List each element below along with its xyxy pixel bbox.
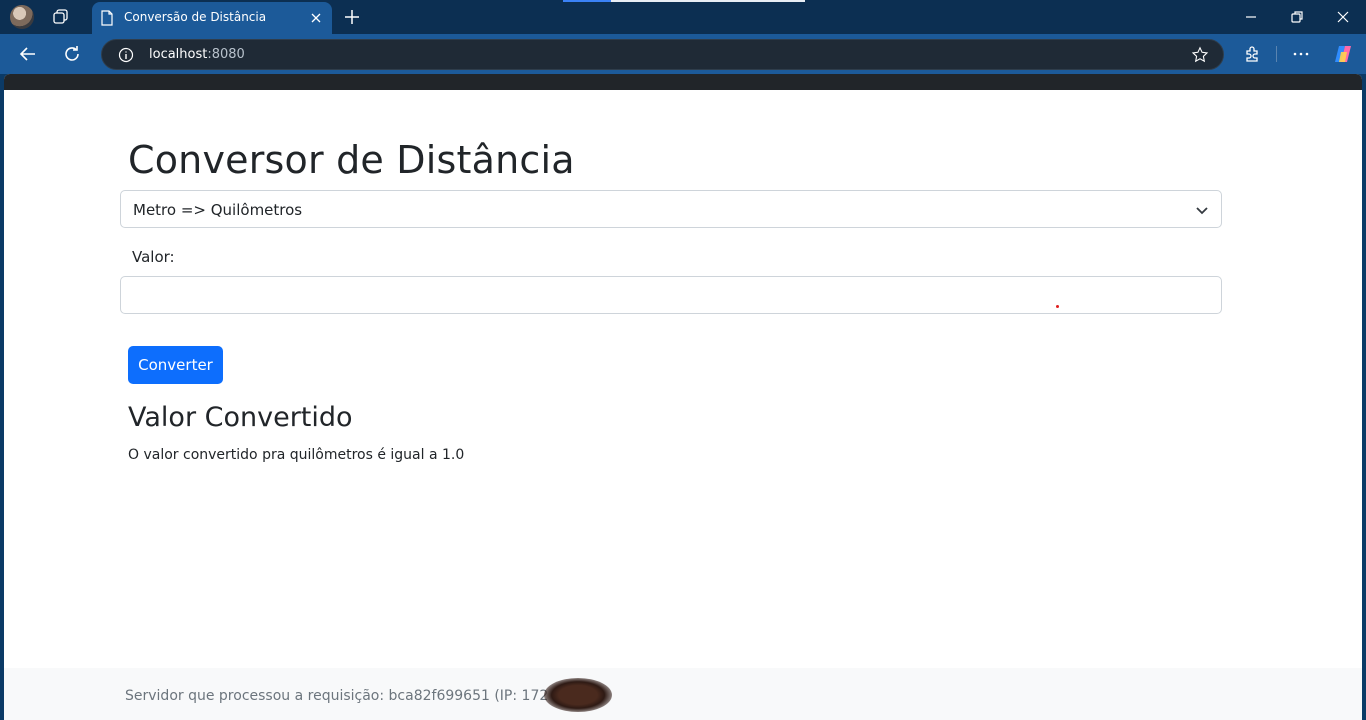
value-label: Valor:: [132, 248, 175, 266]
active-tab[interactable]: Conversão de Distância: [92, 2, 332, 34]
profile-avatar[interactable]: [10, 5, 34, 29]
minimize-icon[interactable]: [1242, 8, 1260, 26]
plus-icon[interactable]: [343, 8, 361, 26]
loading-indicator: [563, 0, 805, 2]
extensions-icon[interactable]: [1243, 44, 1263, 64]
mouse-pointer: [1056, 305, 1059, 308]
tab-title: Conversão de Distância: [124, 10, 267, 24]
loading-indicator-fill: [563, 0, 611, 2]
conversion-select[interactable]: Metro => Quilômetros: [120, 190, 1222, 228]
redaction-blur: [544, 678, 612, 712]
close-icon[interactable]: [308, 10, 324, 26]
result-text: O valor convertido pra quilômetros é igu…: [128, 447, 465, 463]
footer-server-info: Servidor que processou a requisição: bca…: [125, 688, 549, 704]
info-icon[interactable]: [118, 47, 134, 63]
footer: Servidor que processou a requisição: bca…: [4, 668, 1362, 720]
address-bar[interactable]: localhost:8080: [101, 39, 1224, 70]
more-icon[interactable]: [1291, 44, 1311, 64]
copilot-icon[interactable]: [1333, 44, 1353, 64]
url-port: :8080: [207, 47, 245, 62]
result-heading: Valor Convertido: [128, 402, 353, 433]
convert-button[interactable]: Converter: [128, 346, 223, 384]
star-icon[interactable]: [1191, 46, 1209, 64]
page-title: Conversor de Distância: [128, 138, 575, 182]
close-window-icon[interactable]: [1334, 8, 1352, 26]
workspaces-icon[interactable]: [52, 8, 70, 26]
page-icon: [101, 10, 113, 26]
chevron-down-icon: [1196, 207, 1208, 215]
value-input[interactable]: [120, 276, 1222, 314]
conversion-select-value: Metro => Quilômetros: [133, 201, 303, 219]
toolbar-divider: [1276, 46, 1277, 62]
url-text[interactable]: localhost:8080: [149, 47, 245, 62]
url-host: localhost: [149, 47, 208, 62]
navbar: [4, 74, 1362, 90]
back-icon[interactable]: [18, 44, 38, 64]
page-viewport: Conversor de Distância Metro => Quilômet…: [4, 74, 1362, 720]
browser-toolbar: localhost:8080: [0, 34, 1366, 74]
refresh-icon[interactable]: [62, 44, 82, 64]
restore-icon[interactable]: [1288, 8, 1306, 26]
browser-tab-strip: Conversão de Distância: [0, 0, 1366, 34]
